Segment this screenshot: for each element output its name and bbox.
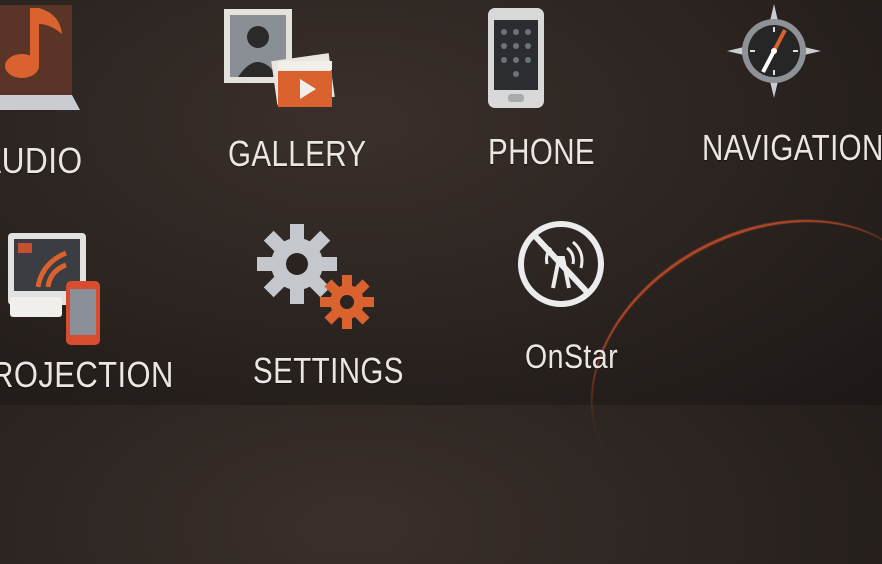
projection-icon — [8, 233, 100, 345]
audio-label: AUDIO — [0, 140, 83, 181]
settings-tile[interactable]: SETTINGS — [240, 210, 420, 395]
gallery-tile[interactable]: GALLERY — [215, 0, 375, 185]
navigation-label: NAVIGATION — [702, 127, 882, 168]
gallery-icon — [224, 9, 335, 107]
onstar-tile[interactable]: OnStar — [505, 210, 655, 395]
music-note-icon — [0, 5, 80, 110]
projection-tile[interactable]: PROJECTION — [0, 220, 180, 405]
compass-icon — [727, 4, 821, 98]
audio-tile[interactable]: AUDIO — [0, 0, 130, 190]
navigation-tile[interactable]: NAVIGATION — [695, 0, 882, 180]
settings-label: SETTINGS — [253, 350, 404, 391]
onstar-icon — [518, 221, 604, 307]
phone-label: PHONE — [488, 131, 596, 172]
projection-label: PROJECTION — [0, 354, 174, 395]
onstar-label: OnStar — [525, 338, 619, 376]
gears-icon — [257, 224, 374, 329]
home-screen: AUDIO GALLERY PHONE — [0, 0, 882, 564]
phone-icon — [488, 8, 544, 108]
phone-tile[interactable]: PHONE — [470, 0, 610, 180]
gallery-label: GALLERY — [228, 133, 367, 174]
